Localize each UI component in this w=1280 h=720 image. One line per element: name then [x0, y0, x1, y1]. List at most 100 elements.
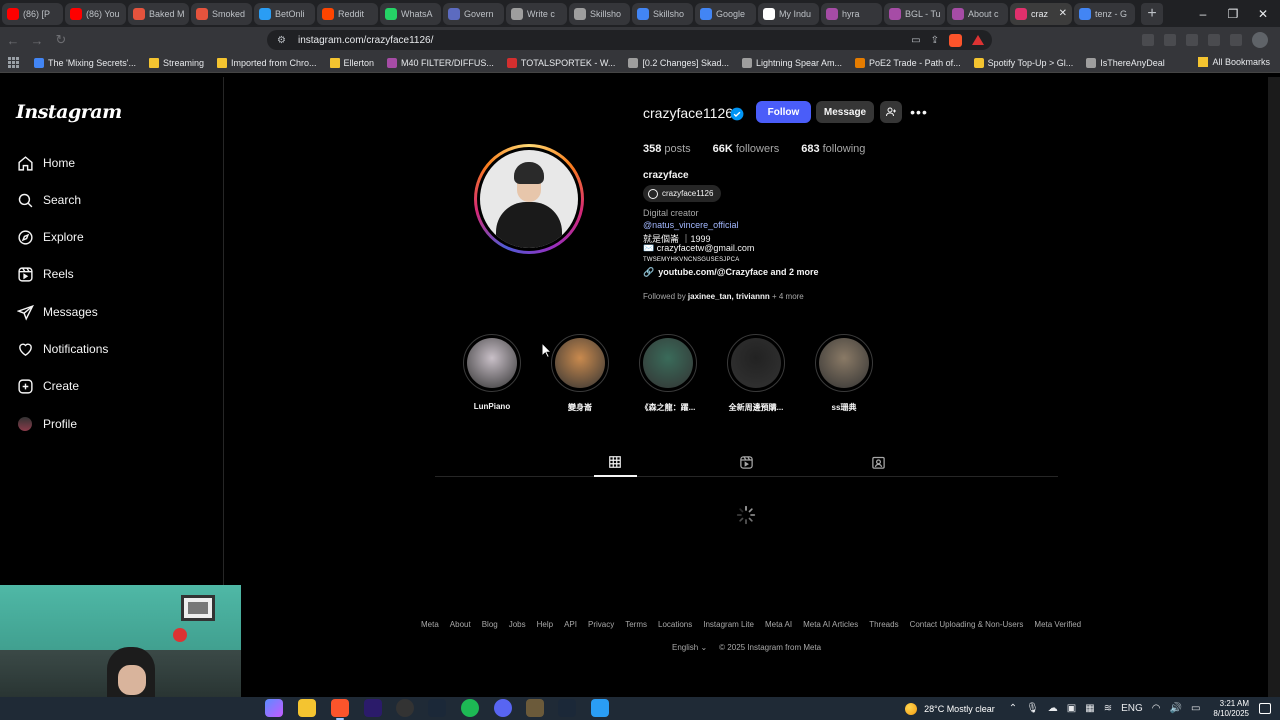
footer-link[interactable]: Instagram Lite [703, 620, 754, 629]
story-highlight[interactable]: 全新周邊預購... [726, 334, 786, 413]
site-info-icon[interactable]: ⚙ [277, 35, 286, 46]
chevron-up-icon[interactable]: ⌃ [1009, 703, 1017, 714]
sidebar-item-search[interactable]: Search [16, 189, 81, 211]
browser-tab[interactable]: tenz - G [1074, 2, 1135, 25]
app-icon[interactable] [591, 699, 609, 717]
premiere-pro-icon[interactable] [364, 699, 382, 717]
steam-icon[interactable] [428, 699, 446, 717]
app-tray-icon[interactable]: ▣ [1067, 703, 1076, 714]
apps-grid-icon[interactable] [8, 56, 20, 69]
browser-tab[interactable]: Govern [443, 2, 504, 25]
footer-link[interactable]: Threads [869, 620, 898, 629]
volume-icon[interactable]: 🔊 [1170, 703, 1182, 714]
extension-icon[interactable] [1142, 34, 1154, 46]
obs-icon[interactable] [396, 699, 414, 717]
sidebar-item-notifications[interactable]: Notifications [16, 338, 108, 360]
bookmark-item[interactable]: PoE2 Trade - Path of... [855, 57, 961, 68]
footer-link[interactable]: Terms [625, 620, 647, 629]
followed-by[interactable]: Followed by jaxinee_tan, triviannn + 4 m… [643, 292, 804, 301]
story-highlight[interactable]: LunPiano [462, 334, 522, 411]
message-button[interactable]: Message [816, 101, 874, 123]
weather-widget[interactable]: 28°C Mostly clear [905, 702, 995, 715]
game-app-icon[interactable] [526, 699, 544, 717]
browser-tab[interactable]: WhatsA [380, 2, 441, 25]
lang-indicator[interactable]: ENG [1121, 703, 1143, 714]
sidebar-item-home[interactable]: Home [16, 152, 75, 174]
brave-shield-icon[interactable] [949, 33, 962, 47]
new-tab-button[interactable]: + [1141, 2, 1163, 25]
forward-button[interactable]: → [26, 29, 48, 51]
bookmark-item[interactable]: Spotify Top-Up > Gl... [973, 57, 1073, 68]
microphone-icon[interactable]: 🎙 [1026, 703, 1039, 714]
following-stat[interactable]: 683 following [801, 143, 865, 155]
browser-tab[interactable]: BGL - Tu [884, 2, 945, 25]
extension-icon[interactable] [1230, 34, 1242, 46]
minimize-button[interactable]: – [1188, 0, 1218, 27]
browser-tab[interactable]: Skillsho [569, 2, 630, 25]
more-options-button[interactable]: ••• [909, 101, 929, 123]
browser-tab[interactable]: Smoked [191, 2, 252, 25]
footer-link[interactable]: Contact Uploading & Non-Users [910, 620, 1024, 629]
notification-icon[interactable] [1259, 703, 1271, 714]
footer-link[interactable]: Jobs [509, 620, 526, 629]
browser-tab[interactable]: Google [695, 2, 756, 25]
tab-posts[interactable] [606, 453, 624, 471]
sidebar-item-explore[interactable]: Explore [16, 226, 84, 248]
bookmark-item[interactable]: IsThereAnyDeal [1086, 57, 1165, 68]
reload-button[interactable]: ↻ [50, 29, 72, 51]
footer-link[interactable]: Help [537, 620, 553, 629]
sidebar-item-reels[interactable]: Reels [16, 263, 74, 285]
threads-badge[interactable]: crazyface1126 [643, 185, 722, 202]
network-icon[interactable]: ▦ [1085, 703, 1094, 714]
extension-icon[interactable] [1186, 34, 1198, 46]
bookmark-item[interactable]: [0.2 Changes] Skad... [628, 57, 729, 68]
browser-tab[interactable]: About c [947, 2, 1008, 25]
footer-link[interactable]: Privacy [588, 620, 614, 629]
browser-tab[interactable]: BetOnli [254, 2, 315, 25]
page-scrollbar[interactable] [1268, 77, 1280, 697]
clock[interactable]: 3:21 AM 8/10/2025 [1213, 699, 1249, 719]
sidebar-item-profile[interactable]: Profile [16, 413, 77, 435]
footer-link[interactable]: Meta AI [765, 620, 792, 629]
story-highlight[interactable]: 《森之龍：躍... [638, 334, 698, 413]
extension-icon[interactable] [1208, 34, 1220, 46]
cloud-icon[interactable]: ☁ [1048, 703, 1058, 714]
browser-tab[interactable]: Write c [506, 2, 567, 25]
bookmark-item[interactable]: TOTALSPORTEK - W... [506, 57, 615, 68]
wifi-icon[interactable]: ≋ [1104, 703, 1112, 714]
back-button[interactable]: ← [2, 29, 24, 51]
maximize-button[interactable]: ❐ [1218, 0, 1248, 27]
copilot-icon[interactable] [265, 699, 283, 717]
discord-icon[interactable] [494, 699, 512, 717]
profile-avatar-icon[interactable] [1252, 32, 1268, 48]
bio-mention-link[interactable]: @natus_vincere_official [643, 220, 739, 230]
instagram-logo[interactable]: Instagram [16, 101, 122, 123]
bookmark-item[interactable]: M40 FILTER/DIFFUS... [387, 57, 494, 68]
tab-close-icon[interactable]: ✕ [1059, 8, 1067, 19]
steam-icon[interactable] [558, 699, 576, 717]
sidebar-item-create[interactable]: Create [16, 375, 79, 397]
follow-button[interactable]: Follow [756, 101, 811, 123]
browser-tab[interactable]: hyra [821, 2, 882, 25]
all-bookmarks-button[interactable]: All Bookmarks [1198, 57, 1270, 67]
browser-tab-active[interactable]: craz ✕ [1010, 2, 1072, 25]
tab-reels[interactable] [737, 453, 755, 471]
file-explorer-icon[interactable] [298, 699, 316, 717]
bookmark-item[interactable]: Lightning Spear Am... [741, 57, 842, 68]
close-window-button[interactable]: ✕ [1248, 0, 1278, 27]
bookmark-item[interactable]: Ellerton [329, 57, 374, 68]
browser-tab[interactable]: Reddit [317, 2, 378, 25]
battery-icon[interactable]: ▭ [1191, 703, 1200, 714]
language-select[interactable]: English ⌄ [672, 643, 707, 652]
sidebar-item-messages[interactable]: Messages [16, 301, 98, 323]
browser-tab[interactable]: Baked M [128, 2, 189, 25]
brave-rewards-icon[interactable] [972, 35, 984, 45]
browser-tab[interactable]: My Indu [758, 2, 819, 25]
bio-external-link[interactable]: 🔗 youtube.com/@Crazyface and 2 more [643, 267, 819, 278]
share-icon[interactable]: ⇪ [931, 35, 939, 46]
browser-tab[interactable]: Skillsho [632, 2, 693, 25]
spotify-icon[interactable] [461, 699, 479, 717]
footer-link[interactable]: Meta Verified [1034, 620, 1081, 629]
tab-tagged[interactable] [869, 453, 887, 471]
extension-icon[interactable] [1164, 34, 1176, 46]
